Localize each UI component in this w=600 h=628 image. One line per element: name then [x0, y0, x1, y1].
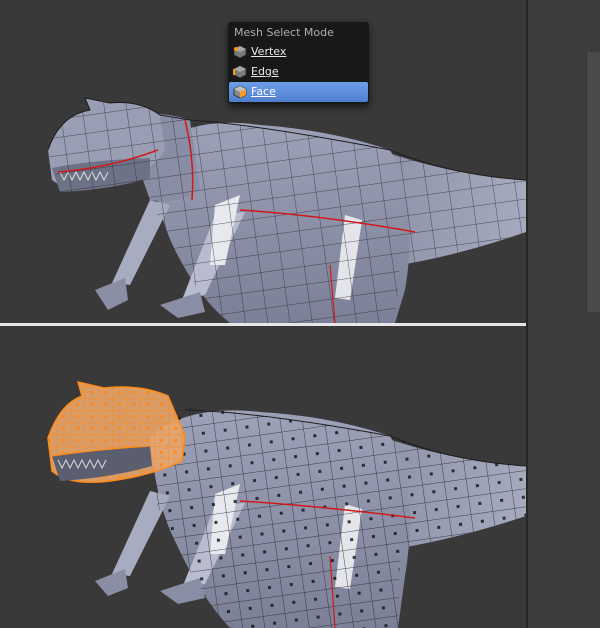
menu-item-face[interactable]: Face [229, 82, 368, 102]
menu-item-label: Face [251, 85, 276, 98]
menu-item-edge[interactable]: Edge [229, 62, 368, 82]
edge-select-icon [233, 65, 247, 79]
vertex-select-icon [233, 45, 247, 59]
right-side-panel[interactable] [586, 52, 600, 312]
3d-viewport-top[interactable]: Mesh Select Mode Vertex Edge Face [0, 0, 600, 323]
menu-item-vertex[interactable]: Vertex [229, 42, 368, 62]
3d-viewport-bottom[interactable] [0, 326, 600, 628]
menu-item-label: Vertex [251, 45, 287, 58]
mesh-select-mode-menu: Mesh Select Mode Vertex Edge Face [228, 22, 369, 104]
face-select-icon [233, 85, 247, 99]
dinosaur-mesh-bottom [47, 380, 527, 628]
menu-item-label: Edge [251, 65, 279, 78]
menu-title: Mesh Select Mode [234, 26, 334, 39]
